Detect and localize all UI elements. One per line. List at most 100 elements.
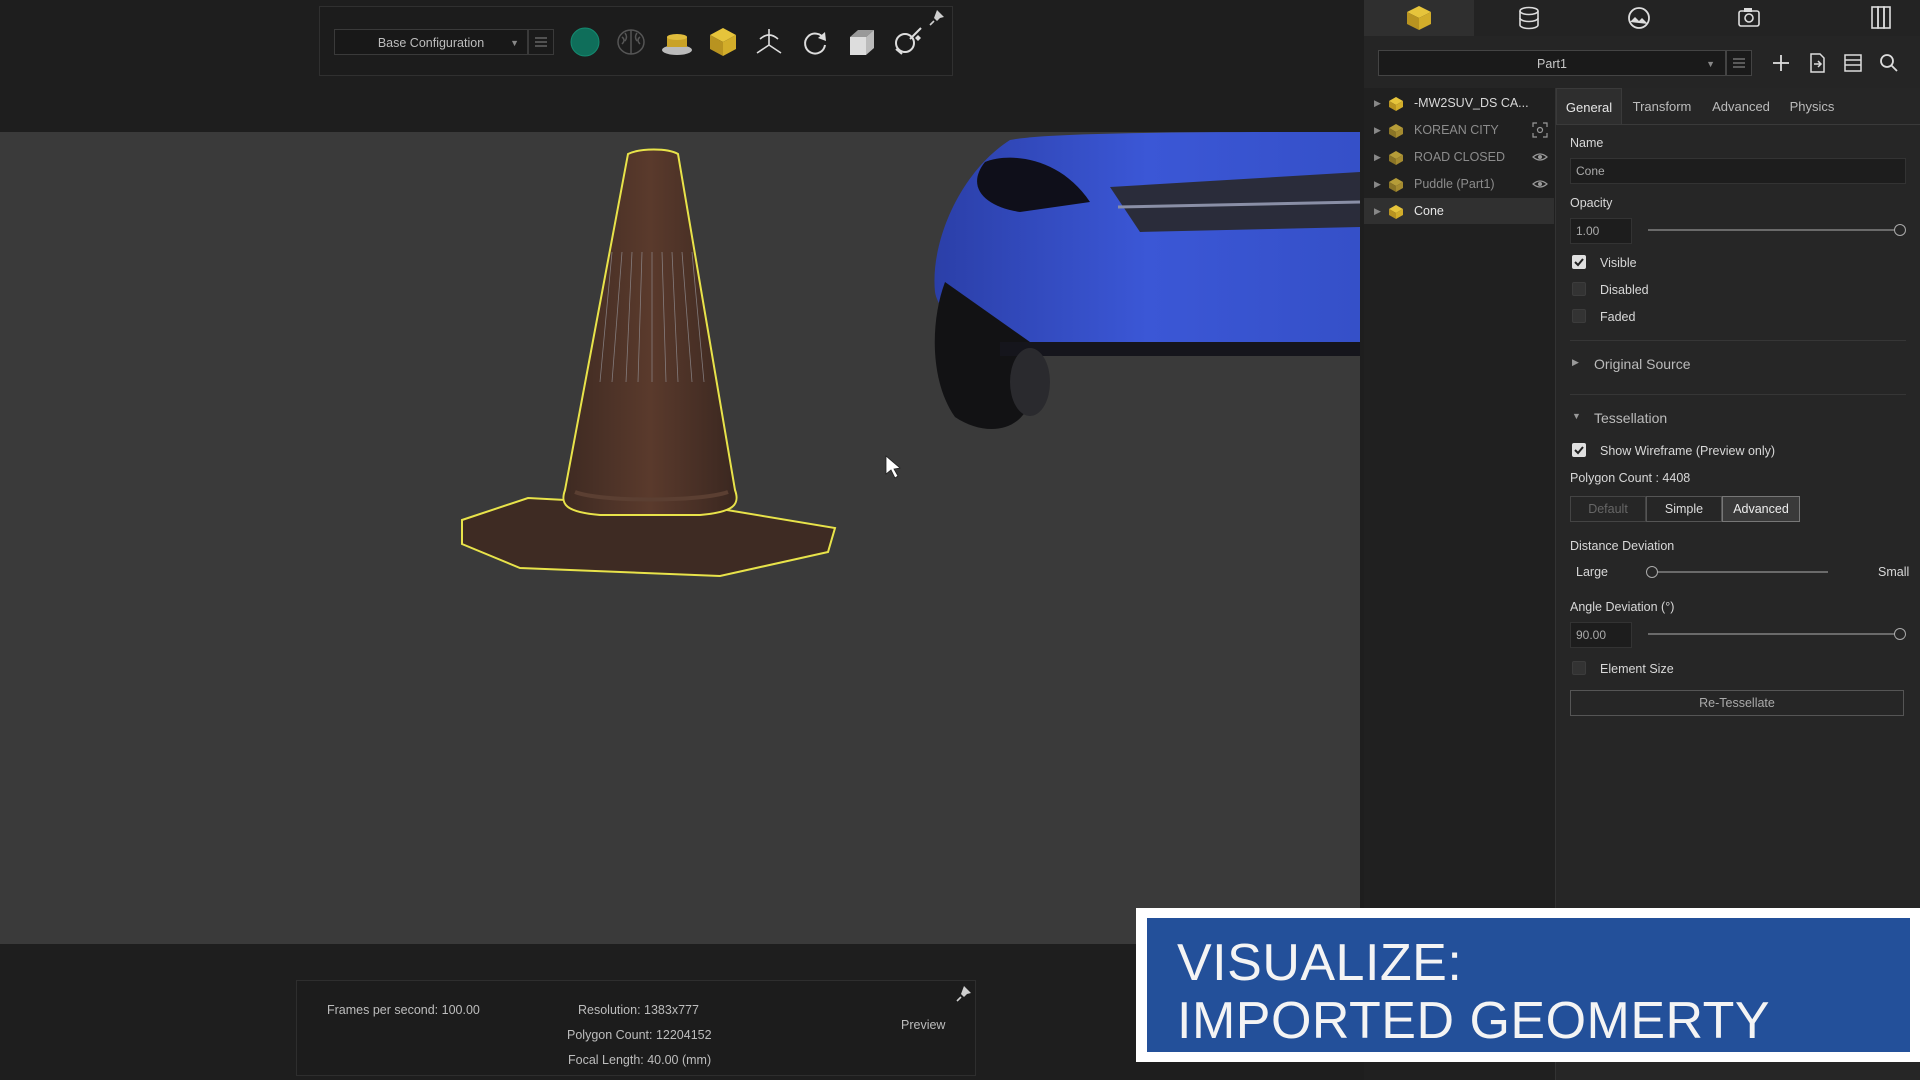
axes-button[interactable]	[752, 25, 786, 59]
sphere-button[interactable]	[568, 25, 602, 59]
small-label: Small	[1878, 565, 1910, 579]
tab-transform[interactable]: Transform	[1622, 88, 1702, 124]
panel-tab-bar	[1364, 0, 1920, 36]
tab-general[interactable]: General	[1556, 88, 1622, 124]
chevron-right-icon: ▶	[1572, 357, 1579, 367]
3d-scene[interactable]	[0, 132, 1360, 944]
original-source-section[interactable]: ▶ Original Source	[1570, 356, 1906, 376]
turntable-button[interactable]	[660, 25, 694, 59]
title-line-1: VISUALIZE:	[1177, 934, 1463, 992]
status-pin-button[interactable]	[955, 985, 973, 1006]
database-icon	[1519, 6, 1539, 30]
preview-label[interactable]: Preview	[901, 1018, 945, 1032]
opacity-field[interactable]: 1.00	[1570, 218, 1632, 244]
chevron-down-icon: ▼	[1572, 411, 1581, 421]
tree-item-road-closed[interactable]: ▶ ROAD CLOSED	[1364, 144, 1554, 170]
show-wireframe-checkbox[interactable]	[1572, 443, 1586, 457]
opacity-slider-handle[interactable]	[1894, 224, 1906, 236]
eye-icon[interactable]	[1532, 176, 1548, 192]
element-size-checkbox[interactable]	[1572, 661, 1586, 675]
axes-icon	[756, 29, 782, 54]
tab-camera[interactable]	[1694, 0, 1804, 36]
expand-arrow-icon[interactable]: ▶	[1374, 198, 1381, 224]
tab-database[interactable]	[1474, 0, 1584, 36]
divider	[1570, 394, 1906, 395]
cube-button[interactable]	[706, 25, 740, 59]
divider	[1570, 340, 1906, 341]
title-overlay: VISUALIZE: IMPORTED GEOMERTY	[1136, 908, 1920, 1062]
cone-model[interactable]	[461, 148, 837, 578]
name-field[interactable]: Cone	[1570, 158, 1906, 184]
mode-default-button[interactable]: Default	[1570, 496, 1646, 522]
model-cube-icon	[1389, 97, 1403, 111]
angle-slider-handle[interactable]	[1894, 628, 1906, 640]
tessellation-section[interactable]: ▼ Tessellation	[1570, 410, 1906, 430]
tree-item-label: KOREAN CITY	[1414, 123, 1499, 137]
tab-environment[interactable]	[1584, 0, 1694, 36]
magic-wand-icon	[895, 27, 922, 55]
refresh-icon	[804, 32, 826, 55]
expand-arrow-icon[interactable]: ▶	[1374, 144, 1381, 170]
eye-icon[interactable]	[1532, 149, 1548, 165]
expand-arrow-icon[interactable]: ▶	[1374, 171, 1381, 197]
distance-slider-handle[interactable]	[1646, 566, 1658, 578]
car-model[interactable]	[934, 132, 1360, 429]
faded-checkbox[interactable]	[1572, 309, 1586, 323]
tree-item-label: Puddle (Part1)	[1414, 177, 1495, 191]
toolbar-pin-button[interactable]	[928, 9, 946, 32]
tab-library[interactable]	[1804, 0, 1914, 36]
visible-checkbox[interactable]	[1572, 255, 1586, 269]
add-button[interactable]	[1768, 50, 1794, 76]
configuration-dropdown[interactable]: Base Configuration ▼	[334, 29, 528, 55]
expand-arrow-icon[interactable]: ▶	[1374, 90, 1381, 116]
magic-wand-button[interactable]	[890, 25, 924, 59]
tree-item-label: ROAD CLOSED	[1414, 150, 1505, 164]
layout-button[interactable]	[1840, 50, 1866, 76]
tree-item-korean-city[interactable]: ▶ KOREAN CITY	[1364, 117, 1554, 143]
tree-item-puddle[interactable]: ▶ Puddle (Part1)	[1364, 171, 1554, 197]
tab-models[interactable]	[1364, 0, 1474, 36]
search-button[interactable]	[1876, 50, 1902, 76]
angle-deviation-label: Angle Deviation (°)	[1570, 600, 1675, 614]
show-wireframe-label: Show Wireframe (Preview only)	[1600, 444, 1776, 458]
resolution-readout: Resolution: 1383x777	[578, 1003, 699, 1017]
angle-deviation-slider[interactable]	[1648, 633, 1900, 635]
mode-simple-button[interactable]: Simple	[1646, 496, 1722, 522]
tab-advanced[interactable]: Advanced	[1702, 88, 1780, 124]
render-status-panel: Frames per second: 100.00 Resolution: 13…	[296, 980, 976, 1076]
visible-label: Visible	[1600, 256, 1637, 270]
box-button[interactable]	[844, 25, 878, 59]
focus-icon[interactable]	[1532, 122, 1548, 138]
tree-item-mw2suv[interactable]: ▶ -MW2SUV_DS CA...	[1364, 90, 1554, 116]
brain-button[interactable]	[614, 25, 648, 59]
polygon-count-readout: Polygon Count: 12204152	[567, 1028, 712, 1042]
disabled-checkbox[interactable]	[1572, 282, 1586, 296]
angle-deviation-field[interactable]: 90.00	[1570, 622, 1632, 648]
camera-icon	[1738, 8, 1760, 27]
opacity-slider[interactable]	[1648, 229, 1900, 231]
mode-advanced-button[interactable]: Advanced	[1722, 496, 1800, 522]
focal-length-readout: Focal Length: 40.00 (mm)	[568, 1053, 712, 1067]
import-button[interactable]	[1804, 50, 1830, 76]
search-icon	[1880, 54, 1898, 72]
config-menu-icon	[535, 37, 547, 47]
pin-icon	[929, 10, 944, 26]
part-selector-value: Part1	[1537, 57, 1567, 71]
large-label: Large	[1576, 565, 1608, 579]
retessellate-button[interactable]: Re-Tessellate	[1570, 690, 1904, 716]
tree-item-cone[interactable]: ▶ Cone	[1364, 198, 1554, 224]
faded-label: Faded	[1600, 310, 1636, 324]
model-cube-icon	[1389, 178, 1403, 192]
chevron-down-icon: ▼	[1706, 59, 1715, 69]
distance-deviation-label: Distance Deviation	[1570, 539, 1675, 553]
part-selector[interactable]: Part1 ▼	[1378, 50, 1726, 76]
tab-physics[interactable]: Physics	[1780, 88, 1844, 124]
config-menu-button[interactable]	[528, 29, 554, 55]
refresh-button[interactable]	[798, 25, 832, 59]
mouse-cursor-icon	[885, 455, 901, 479]
distance-deviation-slider[interactable]	[1652, 571, 1828, 573]
expand-arrow-icon[interactable]: ▶	[1374, 117, 1381, 143]
configuration-label: Base Configuration	[377, 36, 485, 50]
part-menu-button[interactable]	[1726, 50, 1752, 76]
file-import-icon	[1810, 53, 1825, 73]
